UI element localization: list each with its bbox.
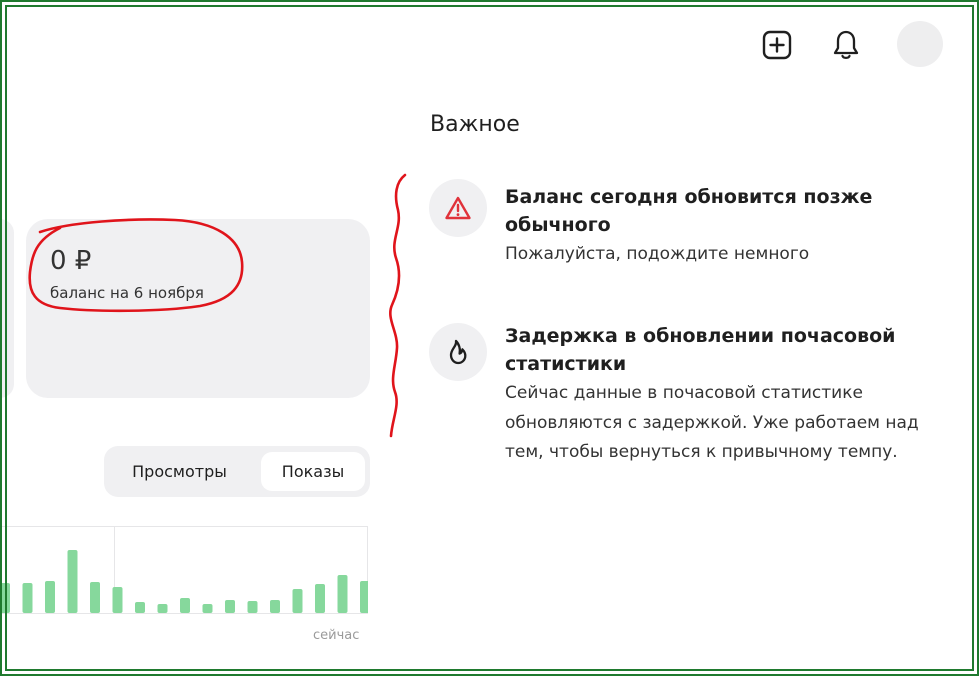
notice-stats-icon-wrap [429, 323, 487, 381]
chart-bar[interactable] [45, 581, 55, 613]
chart-bar[interactable] [112, 587, 123, 613]
chart-bar[interactable] [360, 581, 368, 613]
add-button[interactable] [757, 25, 797, 65]
chart-bar[interactable] [247, 601, 258, 613]
notifications-button[interactable] [826, 25, 866, 65]
metric-switcher: Просмотры Показы [104, 446, 370, 497]
notice-stats-text: Сейчас данные в почасовой статистике обн… [505, 383, 919, 462]
annotation-bracket [389, 173, 407, 438]
chart-bar[interactable] [202, 604, 213, 613]
important-title: Важное [430, 112, 520, 137]
hourly-chart [0, 526, 368, 614]
notice-balance-text: Пожалуйста, подождите немного [505, 244, 810, 264]
chart-bar[interactable] [90, 582, 100, 613]
chart-bar[interactable] [135, 602, 145, 613]
chart-now-label: сейчас [313, 628, 360, 643]
chart-bar[interactable] [270, 600, 280, 613]
bell-icon [833, 30, 859, 60]
warning-triangle-icon [445, 196, 471, 220]
chart-bar[interactable] [315, 584, 325, 613]
notice-stats-title: Задержка в обновлении почасовой статисти… [505, 325, 896, 375]
notice-balance-title: Баланс сегодня обновится позже обычного [505, 186, 873, 236]
chart-bar[interactable] [22, 583, 33, 613]
chart-bar[interactable] [67, 550, 78, 613]
chart-bar[interactable] [157, 604, 168, 613]
notice-balance-icon-wrap [429, 179, 487, 237]
flame-icon [449, 339, 467, 365]
previous-card-edge[interactable] [0, 219, 14, 398]
chart-bar[interactable] [225, 600, 235, 613]
avatar[interactable] [897, 21, 943, 67]
balance-date-label: баланс на 6 ноября [50, 284, 204, 302]
chart-bar[interactable] [0, 583, 10, 613]
tab-views[interactable]: Просмотры [114, 452, 245, 491]
plus-square-icon [762, 30, 792, 60]
chart-bar[interactable] [337, 575, 348, 613]
balance-amount: 0 ₽ [50, 246, 92, 276]
tab-impressions[interactable]: Показы [261, 452, 365, 491]
chart-bar[interactable] [292, 589, 303, 613]
chart-bar[interactable] [180, 598, 190, 613]
